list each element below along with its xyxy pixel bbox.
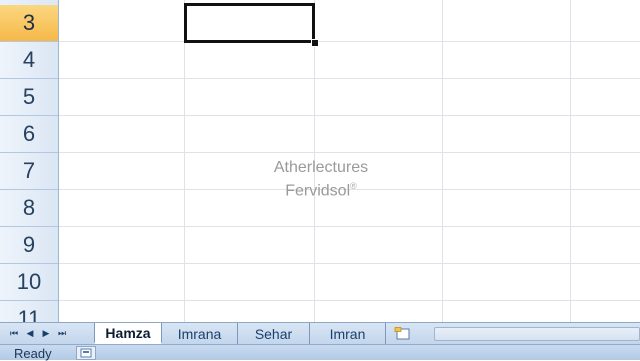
status-ready-text: Ready [14,346,52,361]
macro-record-icon[interactable] [76,346,96,360]
sheet-row: 9 [0,227,640,264]
row-header-6[interactable]: 6 [0,116,58,153]
watermark-line-2: Fervidsol® [256,177,386,200]
sheet-tab-imrana[interactable]: Imrana [162,323,238,344]
sheet-row: 4 [0,42,640,79]
row-cells[interactable] [59,227,640,264]
sheet-row: 10 [0,264,640,301]
sheet-row: 11 [0,301,640,322]
insert-worksheet-icon[interactable] [392,326,414,341]
macro-record-glyph [80,348,92,358]
selected-cell[interactable] [184,3,315,43]
sheet-tab-hamza[interactable]: Hamza [94,323,162,344]
registered-mark-icon: ® [350,181,357,191]
worksheet-grid[interactable]: 3 4 5 6 7 8 9 10 11 Atherlectures Fervid… [0,0,640,322]
row-header-8[interactable]: 8 [0,190,58,227]
row-cells[interactable] [59,42,640,79]
row-header-9[interactable]: 9 [0,227,58,264]
row-cells[interactable] [59,79,640,116]
first-sheet-icon[interactable]: ⏮ [6,326,22,341]
sheet-row: 3 [0,5,640,42]
sheet-row: 5 [0,79,640,116]
sheet-tab-bar: ⏮ ◀ ▶ ⏭ Hamza Imrana Sehar Imran [0,322,640,344]
row-header-11[interactable]: 11 [0,301,58,322]
next-sheet-icon[interactable]: ▶ [38,326,54,341]
sheet-row: 6 [0,116,640,153]
row-header-7[interactable]: 7 [0,153,58,190]
watermark-line-2-text: Fervidsol [285,182,351,200]
row-cells[interactable] [59,116,640,153]
row-header-10[interactable]: 10 [0,264,58,301]
sheet-tab-imran[interactable]: Imran [310,323,386,344]
horizontal-scrollbar[interactable] [434,327,640,341]
row-header-5[interactable]: 5 [0,79,58,116]
prev-sheet-icon[interactable]: ◀ [22,326,38,341]
row-header-4[interactable]: 4 [0,42,58,79]
row-cells[interactable] [59,301,640,322]
watermark: Atherlectures Fervidsol® [256,158,386,200]
row-cells[interactable] [59,5,640,42]
row-cells[interactable] [59,264,640,301]
watermark-line-1: Atherlectures [273,159,369,176]
row-header-3[interactable]: 3 [0,5,58,42]
fill-handle[interactable] [311,39,319,47]
status-bar: Ready [0,344,640,361]
sheet-tab-sehar[interactable]: Sehar [238,323,310,344]
last-sheet-icon[interactable]: ⏭ [54,326,70,341]
insert-worksheet-glyph [394,326,410,339]
